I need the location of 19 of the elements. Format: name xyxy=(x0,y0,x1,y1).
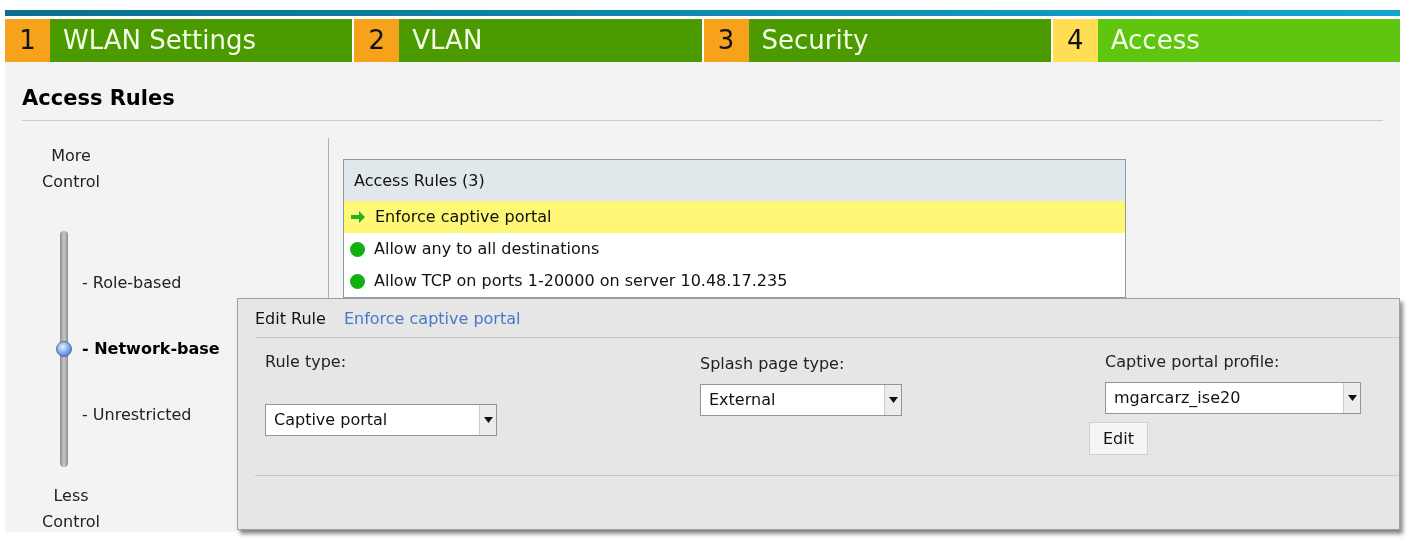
slider-thumb[interactable] xyxy=(56,341,72,357)
scale-option[interactable]: - Network-base xyxy=(82,339,220,358)
rule-name-link[interactable]: Enforce captive portal xyxy=(343,307,521,331)
section-title: Access Rules xyxy=(22,85,176,112)
dialog-title: Edit Rule xyxy=(255,308,326,330)
scale-option[interactable]: - Unrestricted xyxy=(82,405,192,424)
scale-option[interactable]: - Role-based xyxy=(82,273,182,292)
scale-label: Less Control xyxy=(41,485,101,533)
field-label: Captive portal profile: xyxy=(1105,351,1280,373)
field-label: Splash page type: xyxy=(700,353,845,375)
edit-button[interactable]: Edit xyxy=(1089,422,1148,455)
scale-label: More Control xyxy=(41,145,101,193)
dropdown[interactable]: External xyxy=(700,384,902,416)
list-header: Access Rules (3) xyxy=(344,160,1125,201)
dropdown[interactable]: Captive portal xyxy=(265,404,497,436)
arrow-icon xyxy=(350,210,366,224)
rule-row[interactable]: Enforce captive portal xyxy=(344,201,1125,233)
field-label: Rule type: xyxy=(265,351,347,373)
dropdown[interactable]: mgarcarz_ise20 xyxy=(1105,382,1361,414)
